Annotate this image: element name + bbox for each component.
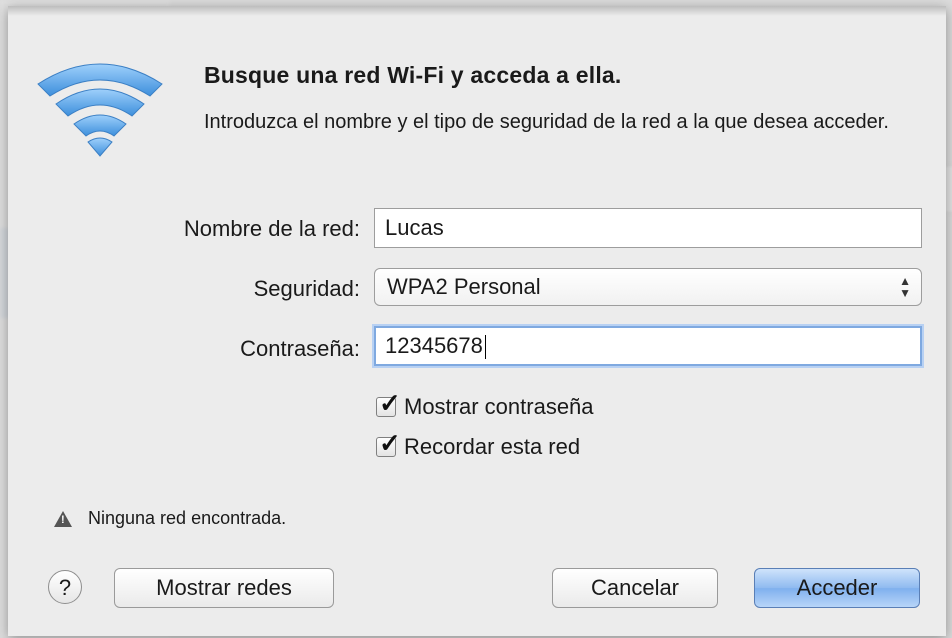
checkmark-icon: ✓ (379, 428, 401, 458)
network-name-label: Nombre de la red: (183, 216, 360, 241)
text-caret (484, 335, 486, 360)
security-select[interactable]: WPA2 Personal ▲ ▼ (374, 268, 922, 306)
sheet-top-shadow (8, 6, 946, 16)
warning-icon: ! (54, 510, 72, 527)
warning-text: Ninguna red encontrada. (88, 508, 287, 528)
security-value: WPA2 Personal (387, 274, 541, 299)
dialog-description: Introduzca el nombre y el tipo de seguri… (204, 111, 889, 133)
join-network-dialog: Busque una red Wi-Fi y acceda a ella. In… (8, 6, 946, 636)
show-networks-button[interactable]: Mostrar redes (114, 568, 334, 608)
password-field[interactable]: 12345678 (374, 326, 922, 366)
password-label: Contraseña: (240, 336, 360, 361)
status-message: ! Ninguna red encontrada. (54, 508, 286, 529)
wifi-icon (37, 63, 163, 157)
remember-network-label: Recordar esta red (404, 434, 581, 459)
checkmark-icon: ✓ (379, 388, 401, 418)
network-name-value: Lucas (385, 215, 444, 240)
show-password-label: Mostrar contraseña (404, 394, 594, 419)
remember-network-checkbox[interactable]: ✓ (376, 428, 401, 458)
remember-network-option[interactable]: ✓ Recordar esta red (376, 428, 581, 460)
cancel-button[interactable]: Cancelar (552, 568, 718, 608)
join-button[interactable]: Acceder (754, 568, 920, 608)
help-button[interactable]: ? (48, 570, 82, 604)
show-password-checkbox[interactable]: ✓ (376, 388, 401, 418)
show-password-option[interactable]: ✓ Mostrar contraseña (376, 388, 594, 420)
network-name-field[interactable]: Lucas (374, 208, 922, 248)
security-label: Seguridad: (253, 276, 360, 301)
password-value: 12345678 (385, 333, 483, 358)
dialog-title: Busque una red Wi-Fi y acceda a ella. (204, 62, 622, 88)
select-arrows-icon: ▲ ▼ (899, 274, 911, 300)
